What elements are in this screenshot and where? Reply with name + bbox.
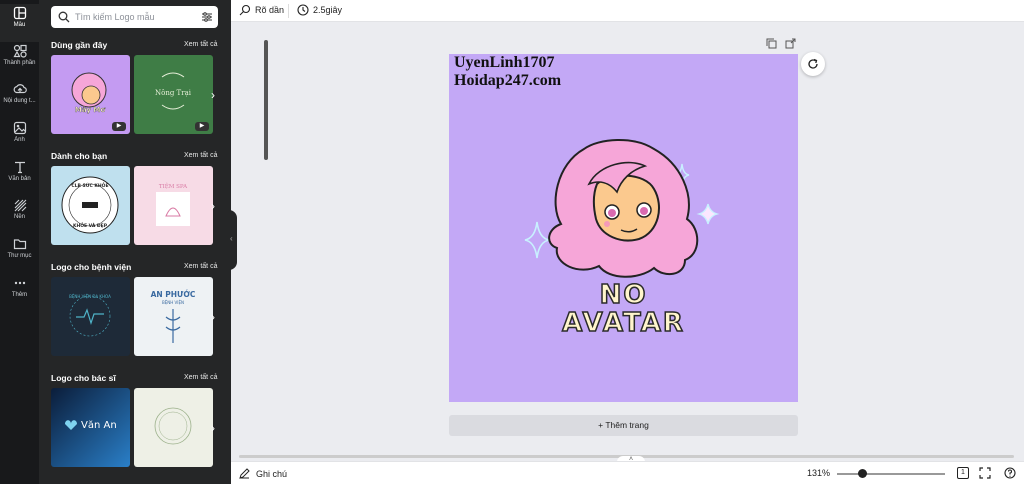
add-page-button[interactable]: + Thêm trang xyxy=(449,415,798,436)
help-icon[interactable] xyxy=(1004,467,1016,479)
carousel-next-icon[interactable]: › xyxy=(211,88,221,102)
carousel-next-icon[interactable]: › xyxy=(211,199,221,213)
clock-icon xyxy=(297,4,309,16)
rail-templates[interactable]: Mẫu xyxy=(0,4,39,42)
rail-uploads[interactable]: Nội dung t... xyxy=(0,80,39,118)
transition-button[interactable]: Rõ dần xyxy=(239,4,284,16)
see-all-link[interactable]: Xem tất cả xyxy=(184,41,217,48)
thumb-text: BỆNH VIỆN ĐA KHOA xyxy=(69,294,111,299)
more-icon xyxy=(14,281,25,285)
rail-label: Nội dung t... xyxy=(3,98,36,104)
search-icon xyxy=(58,11,70,23)
section-title: Dành cho bạn xyxy=(51,151,108,161)
transition-label: Rõ dần xyxy=(255,5,285,15)
rail-label: Văn bản xyxy=(8,176,31,182)
collapse-panel-handle[interactable]: ‹ xyxy=(229,210,237,270)
see-all-link[interactable]: Xem tất cả xyxy=(184,374,217,381)
rail-label: Ảnh xyxy=(14,137,25,143)
carousel-next-icon[interactable]: › xyxy=(211,421,221,435)
logo-text-line2: AVATAR xyxy=(561,307,685,339)
template-icon xyxy=(13,6,26,20)
notes-label: Ghi chú xyxy=(256,468,288,479)
templates-panel: Tìm kiếm Logo mẫu Dùng gần đây Xem tất c… xyxy=(39,0,268,484)
regenerate-button[interactable] xyxy=(801,52,825,76)
rail-elements[interactable]: Thành phần xyxy=(0,42,39,80)
duration-label: 2.5giây xyxy=(313,5,343,15)
rail-label: Thêm xyxy=(11,292,28,298)
doctor-logo-thumb: Văn An xyxy=(65,420,117,431)
page-count-button[interactable]: 1 xyxy=(957,467,969,479)
duplicate-page-icon[interactable] xyxy=(766,38,777,49)
thumb-text: Mây Mơ xyxy=(75,106,105,114)
zoom-slider-handle[interactable] xyxy=(858,469,867,478)
rail-text[interactable]: Văn bản xyxy=(0,158,39,196)
template-thumb[interactable]: Văn An xyxy=(51,388,130,467)
section-title: Dùng gần đây xyxy=(51,40,108,50)
elements-icon xyxy=(12,44,27,58)
filter-icon[interactable] xyxy=(201,11,213,23)
top-toolbar: Rõ dần 2.5giây xyxy=(231,0,1024,22)
spa-logo-thumb: TIỆM SPA xyxy=(156,182,190,226)
animate-icon xyxy=(239,4,251,16)
thumb-text: Nông Trại xyxy=(155,89,192,97)
section-title: Logo cho bệnh viện xyxy=(51,262,132,272)
background-icon xyxy=(14,199,26,212)
carousel-next-icon[interactable]: › xyxy=(211,310,221,324)
thumb-text: AN PHƯỚC xyxy=(151,290,196,299)
logo-text-line1: NO xyxy=(599,279,648,311)
rail-folder[interactable]: Thư mục xyxy=(0,235,39,273)
zoom-slider[interactable] xyxy=(837,473,945,475)
add-page-icon[interactable] xyxy=(785,38,796,49)
rail-label: Mẫu xyxy=(13,22,26,28)
photo-icon xyxy=(13,121,26,135)
upload-icon xyxy=(13,84,27,94)
notes-icon xyxy=(239,468,250,479)
bottom-toolbar: Ghi chú 131% 1 xyxy=(231,461,1024,484)
thumb-text: BỆNH VIỆN xyxy=(162,300,184,305)
left-rail: Mẫu Thành phần Nội dung t... Ảnh Văn bản… xyxy=(0,0,39,484)
template-thumb[interactable]: Nông Trại ▶ xyxy=(134,55,213,134)
template-thumb[interactable]: AN PHƯỚC BỆNH VIỆN xyxy=(134,277,213,356)
notes-button[interactable]: Ghi chú xyxy=(239,468,287,479)
rail-background[interactable]: Nền xyxy=(0,196,39,234)
rail-label: Nền xyxy=(13,214,25,220)
text-icon xyxy=(14,161,25,174)
toolbar-divider xyxy=(288,4,289,18)
folder-icon xyxy=(13,239,26,250)
zoom-level[interactable]: 131% xyxy=(807,468,830,478)
thumb-text: Văn An xyxy=(81,420,117,431)
template-thumb[interactable]: BỆNH VIỆN ĐA KHOA xyxy=(51,277,130,356)
template-thumb[interactable]: TIỆM SPA xyxy=(134,166,213,245)
see-all-link[interactable]: Xem tất cả xyxy=(184,263,217,270)
video-badge-icon: ▶ xyxy=(112,122,126,131)
search-input[interactable]: Tìm kiếm Logo mẫu xyxy=(75,12,155,22)
health-club-thumb: CLB SỨC KHỎE KHỎE VÀ ĐẸP xyxy=(61,176,119,234)
rail-label: Thành phần xyxy=(3,60,36,66)
an-phuoc-thumb: AN PHƯỚC BỆNH VIỆN xyxy=(151,290,196,343)
fullscreen-icon[interactable] xyxy=(979,467,991,479)
refresh-icon xyxy=(808,58,818,69)
video-badge-icon: ▶ xyxy=(195,122,209,131)
chevron-left-icon: ‹ xyxy=(230,234,233,243)
canvas-vertical-scrollbar[interactable] xyxy=(1016,22,1024,452)
template-thumb[interactable] xyxy=(134,388,213,467)
rail-more[interactable]: Thêm xyxy=(0,274,39,312)
hospital-logo-thumb: BỆNH VIỆN ĐA KHOA xyxy=(69,294,111,337)
rail-photos[interactable]: Ảnh xyxy=(0,119,39,157)
design-page[interactable]: UyenLinh1707 Hoidap247.com NO AVATAR xyxy=(449,54,798,402)
editor-root: Mẫu Thành phần Nội dung t... Ảnh Văn bản… xyxy=(0,0,1024,484)
thumb-text: TIỆM SPA xyxy=(159,182,188,190)
template-thumb[interactable]: Mây Mơ ▶ xyxy=(51,55,130,134)
avatar-illustration[interactable] xyxy=(449,54,798,402)
duration-button[interactable]: 2.5giây xyxy=(297,4,342,16)
search-box[interactable]: Tìm kiếm Logo mẫu xyxy=(51,6,218,28)
see-all-link[interactable]: Xem tất cả xyxy=(184,152,217,159)
panel-scrollbar[interactable] xyxy=(264,40,268,160)
template-thumb[interactable]: CLB SỨC KHỎE KHỎE VÀ ĐẸP xyxy=(51,166,130,245)
doctor-logo-thumb-2 xyxy=(154,407,192,445)
rail-label: Thư mục xyxy=(7,253,32,259)
section-title: Logo cho bác sĩ xyxy=(51,373,116,383)
